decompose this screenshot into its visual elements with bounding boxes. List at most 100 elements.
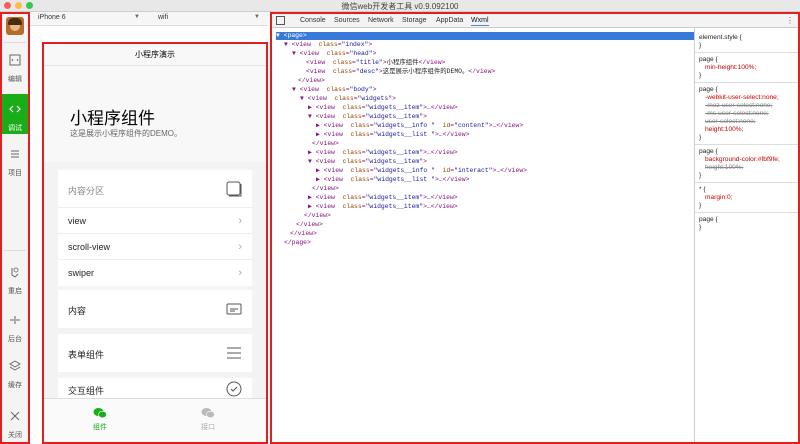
tree-node[interactable]: <view class="title">小程序组件</view> <box>306 59 445 67</box>
sidebar-item-cache[interactable]: 缓存 <box>2 360 28 392</box>
section-header[interactable]: 内容分区 <box>58 170 252 208</box>
style-property[interactable]: height:100%; <box>705 126 744 134</box>
style-rule-close: } <box>699 42 702 49</box>
list-item[interactable]: view › <box>58 208 252 234</box>
list-item[interactable]: scroll-view › <box>58 234 252 260</box>
tree-node[interactable]: ▶ <view class="widgets__list ">…</view> <box>316 131 469 139</box>
list-item-label: scroll-view <box>68 242 111 252</box>
tree-node-page[interactable]: ▼ <page> <box>276 32 694 40</box>
code-box-icon <box>9 54 21 66</box>
phone-screen: 小程序演示 小程序组件 这是展示小程序组件的DEMO。 内容分区 view › … <box>42 42 268 444</box>
style-divider <box>695 182 798 183</box>
page-title: 小程序组件 <box>70 109 155 128</box>
tree-node[interactable]: ▼ <view class="head"> <box>292 50 376 58</box>
sidebar: 编辑 调试 项目 重启 后台 缓存 关闭 <box>0 12 30 444</box>
sidebar-item-debug[interactable]: 调试 <box>2 94 28 134</box>
sidebar-item-label: 重启 <box>8 288 22 295</box>
section-title: 内容分区 <box>68 186 105 196</box>
tree-node: </view> <box>312 185 339 192</box>
tree-node: </view> <box>312 140 339 147</box>
style-selector[interactable]: page { <box>699 56 718 64</box>
tab-appdata[interactable]: AppData <box>436 17 463 24</box>
tab-network[interactable]: Network <box>368 17 394 24</box>
tree-node[interactable]: ▶ <view class="widgets__item">…</view> <box>308 104 458 112</box>
interactive-components-card[interactable]: 交互组件 <box>58 378 252 398</box>
chevron-right-icon: › <box>238 267 242 279</box>
sidebar-divider <box>4 42 26 43</box>
tree-node: </page> <box>284 239 311 246</box>
style-property[interactable]: margin:0; <box>705 194 733 202</box>
sidebar-item-close[interactable]: 关闭 <box>2 410 28 442</box>
tree-node[interactable]: ▶ <view class="widgets__info " id="inter… <box>316 167 527 175</box>
simulator-toolbar: iPhone 6 ▼ wifi ▼ <box>30 12 268 26</box>
style-selector[interactable]: page { <box>699 148 718 156</box>
background-icon <box>10 316 20 324</box>
style-rule-close: } <box>699 72 702 79</box>
list-item-label: swiper <box>68 268 95 278</box>
tree-node[interactable]: ▼ <view class="index"> <box>284 41 372 49</box>
device-select[interactable]: iPhone 6 <box>38 14 66 21</box>
chevron-right-icon: › <box>238 215 242 227</box>
style-rule-close: } <box>699 172 702 179</box>
style-rule-close: } <box>699 202 702 209</box>
chat-bubbles-icon <box>93 408 107 419</box>
tree-node[interactable]: ▶ <view class="widgets__item">…</view> <box>308 149 458 157</box>
style-selector[interactable]: page { <box>699 86 718 94</box>
section-box-icon <box>226 181 242 197</box>
tab-wxml[interactable]: Wxml <box>471 17 489 26</box>
style-rule-element[interactable]: element.style { <box>699 34 742 42</box>
style-property-overridden[interactable]: -moz-user-select:none; <box>705 102 772 110</box>
style-selector[interactable]: * { <box>699 186 706 194</box>
chevron-down-icon[interactable]: ▼ <box>254 14 260 20</box>
style-property-overridden[interactable]: user-select:none; <box>705 118 756 126</box>
chevron-down-icon[interactable]: ▼ <box>134 14 140 20</box>
form-components-card[interactable]: 表单组件 <box>58 334 252 372</box>
card-row: 内容 <box>58 290 252 328</box>
list-item[interactable]: swiper › <box>58 260 252 286</box>
style-property[interactable]: min-height:100%; <box>705 64 756 72</box>
chat-bubbles-icon <box>201 408 215 419</box>
sidebar-item-background[interactable]: 后台 <box>2 314 28 346</box>
network-select[interactable]: wifi <box>158 14 168 21</box>
inspect-element-icon[interactable] <box>276 16 285 25</box>
tab-api[interactable]: 接口 <box>178 407 238 432</box>
style-property-overridden[interactable]: height:100%; <box>705 164 744 172</box>
content-section-card: 内容分区 view › scroll-view › swiper › <box>58 170 252 286</box>
tab-console[interactable]: Console <box>300 17 326 24</box>
sidebar-item-edit[interactable]: 编辑 <box>2 54 28 86</box>
tree-node[interactable]: ▼ <view class="widgets__item"> <box>308 113 427 121</box>
simulator-panel: iPhone 6 ▼ wifi ▼ 小程序演示 小程序组件 这是展示小程序组件的… <box>30 12 268 444</box>
tree-node[interactable]: ▶ <view class="widgets__list ">…</view> <box>316 176 469 184</box>
tree-node[interactable]: ▼ <view class="widgets"> <box>300 95 396 103</box>
tab-components[interactable]: 组件 <box>70 407 130 432</box>
style-property-overridden[interactable]: -ms-user-select:none; <box>705 110 769 118</box>
avatar[interactable] <box>6 17 24 35</box>
tree-node[interactable]: ▼ <view class="body"> <box>292 86 376 94</box>
tree-node[interactable]: ▶ <view class="widgets__info " id="conte… <box>316 122 523 130</box>
style-divider <box>695 82 798 83</box>
devtools-tabbar: Console Sources Network Storage AppData … <box>272 14 798 28</box>
style-divider <box>695 212 798 213</box>
card-row: 表单组件 <box>58 334 252 372</box>
tab-sources[interactable]: Sources <box>334 17 360 24</box>
page-description: 这是展示小程序组件的DEMO。 <box>70 129 182 138</box>
style-divider <box>695 52 798 53</box>
nav-title: 小程序演示 <box>44 44 266 66</box>
tree-node[interactable]: ▶ <view class="widgets__item">…</view> <box>308 194 458 202</box>
style-divider <box>695 144 798 145</box>
tree-node[interactable]: ▼ <view class="widgets__item"> <box>308 158 427 166</box>
sidebar-item-label: 关闭 <box>8 432 22 439</box>
window-title: 微信web开发者工具 v0.9.092100 <box>341 2 459 11</box>
sidebar-item-restart[interactable]: 重启 <box>2 266 28 298</box>
more-menu-icon[interactable]: ⋮ <box>786 16 794 25</box>
style-property[interactable]: -webkit-user-select:none; <box>705 94 779 102</box>
sidebar-item-project[interactable]: 项目 <box>2 148 28 180</box>
style-property[interactable]: background-color:#fbf9fe; <box>705 156 780 164</box>
style-selector[interactable]: page { <box>699 216 718 224</box>
tree-node[interactable]: ▶ <view class="widgets__item">…</view> <box>308 203 458 211</box>
tree-node[interactable]: <view class="desc">这是展示小程序组件的DEMO。</view… <box>306 68 495 76</box>
tab-storage[interactable]: Storage <box>402 17 427 24</box>
tree-node: </view> <box>296 221 323 228</box>
content-card[interactable]: 内容 <box>58 290 252 328</box>
wxml-tree: ▼ <page> ▼ <view class="index"> ▼ <view … <box>272 28 694 442</box>
